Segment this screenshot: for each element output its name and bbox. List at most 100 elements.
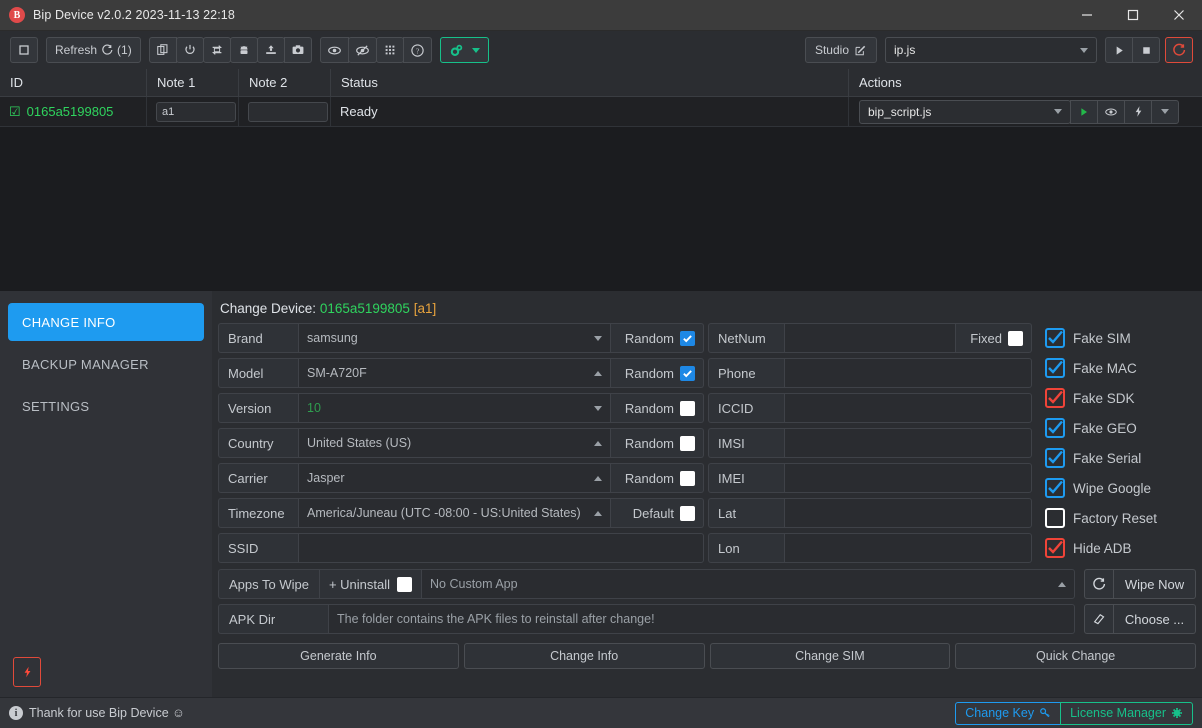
checkbox-fake-geo[interactable] bbox=[1045, 418, 1065, 438]
stop-all-button[interactable] bbox=[10, 37, 38, 63]
stop-script-button[interactable] bbox=[1132, 37, 1160, 63]
checkbox-row-factory-reset[interactable]: Factory Reset bbox=[1045, 503, 1196, 533]
option-country-random[interactable]: Random bbox=[611, 428, 704, 458]
copy-icon-button[interactable] bbox=[148, 37, 177, 63]
license-manager-button[interactable]: License Manager bbox=[1060, 701, 1193, 725]
checkbox-fake-sdk[interactable] bbox=[1045, 388, 1065, 408]
option-model-random[interactable]: Random bbox=[611, 358, 704, 388]
row-more-button[interactable] bbox=[1151, 99, 1179, 124]
select-version[interactable]: 10 bbox=[298, 393, 611, 423]
sidebar-item-settings[interactable]: SETTINGS bbox=[8, 387, 204, 425]
column-header-id[interactable]: ID bbox=[0, 69, 146, 97]
gears-icon-button[interactable] bbox=[439, 37, 489, 63]
checkbox-fake-serial[interactable] bbox=[1045, 448, 1065, 468]
checkbox-netnum-fixed[interactable] bbox=[1008, 330, 1023, 346]
wipe-now-icon-button[interactable] bbox=[1084, 569, 1114, 599]
row-script-select[interactable]: bip_script.js bbox=[859, 99, 1071, 124]
checkbox-timezone-default[interactable] bbox=[680, 505, 695, 521]
change-sim-button[interactable]: Change SIM bbox=[709, 643, 951, 669]
checkbox-brand-random[interactable] bbox=[680, 330, 695, 346]
row-run-button[interactable] bbox=[1070, 99, 1098, 124]
reboot-icon-button[interactable] bbox=[202, 37, 231, 63]
grid-icon-button[interactable] bbox=[375, 37, 404, 63]
option-version-random[interactable]: Random bbox=[611, 393, 704, 423]
apk-dir-input[interactable]: The folder contains the APK files to rei… bbox=[328, 604, 1075, 634]
input-lat[interactable] bbox=[784, 498, 1032, 528]
select-brand[interactable]: samsung bbox=[298, 323, 611, 353]
input-lon[interactable] bbox=[784, 533, 1032, 563]
checkbox-country-random[interactable] bbox=[680, 435, 695, 451]
sidebar-item-backup-manager[interactable]: BACKUP MANAGER bbox=[8, 345, 204, 383]
android-icon-button[interactable] bbox=[229, 37, 258, 63]
checkbox-model-random[interactable] bbox=[680, 365, 695, 381]
close-button[interactable] bbox=[1156, 0, 1202, 31]
checkbox-row-hide-adb[interactable]: Hide ADB bbox=[1045, 533, 1196, 563]
studio-button[interactable]: Studio bbox=[804, 37, 877, 63]
input-imsi[interactable] bbox=[784, 428, 1032, 458]
checkbox-row-fake-geo[interactable]: Fake GEO bbox=[1045, 413, 1196, 443]
choose-folder-icon-button[interactable] bbox=[1084, 604, 1114, 634]
option-timezone-default[interactable]: Default bbox=[611, 498, 704, 528]
checkbox-factory-reset[interactable] bbox=[1045, 508, 1065, 528]
uninstall-option[interactable]: + Uninstall bbox=[318, 569, 422, 599]
option-carrier-random[interactable]: Random bbox=[611, 463, 704, 493]
help-icon-button[interactable]: ? bbox=[402, 37, 432, 63]
quick-change-button[interactable]: Quick Change bbox=[955, 643, 1196, 669]
row-bolt-button[interactable] bbox=[1124, 99, 1152, 124]
camera-icon-button[interactable] bbox=[283, 37, 312, 63]
refresh-button[interactable]: Refresh (1) bbox=[46, 37, 141, 63]
checkbox-row-fake-mac[interactable]: Fake MAC bbox=[1045, 353, 1196, 383]
choose-folder-button[interactable]: Choose ... bbox=[1114, 604, 1196, 634]
column-header-note1[interactable]: Note 1 bbox=[146, 68, 238, 97]
custom-app-select[interactable]: No Custom App bbox=[421, 569, 1075, 599]
input-imei[interactable] bbox=[784, 463, 1032, 493]
input-ssid[interactable] bbox=[298, 533, 704, 563]
select-carrier[interactable]: Jasper bbox=[298, 463, 611, 493]
run-script-button[interactable] bbox=[1105, 37, 1133, 63]
generate-info-button[interactable]: Generate Info bbox=[218, 643, 459, 669]
checkbox-row-fake-sdk[interactable]: Fake SDK bbox=[1045, 383, 1196, 413]
upload-icon-button[interactable] bbox=[256, 37, 285, 63]
note2-input[interactable] bbox=[248, 101, 328, 122]
input-netnum[interactable] bbox=[784, 323, 956, 353]
checkbox-row-fake-sim[interactable]: Fake SIM bbox=[1045, 323, 1196, 353]
checkbox-uninstall[interactable] bbox=[397, 576, 413, 592]
option-netnum-fixed[interactable]: Fixed bbox=[956, 323, 1032, 353]
maximize-button[interactable] bbox=[1110, 0, 1156, 31]
reload-scripts-button[interactable] bbox=[1165, 37, 1193, 63]
eye-off-icon-button[interactable] bbox=[347, 37, 377, 63]
input-iccid[interactable] bbox=[784, 393, 1032, 423]
minimize-button[interactable] bbox=[1064, 0, 1110, 31]
power-icon-button[interactable] bbox=[175, 37, 204, 63]
sidebar-item-change-info[interactable]: CHANGE INFO bbox=[8, 303, 204, 341]
table-row[interactable]: ☑ 0165a5199805 a1 Ready bip_script.js bbox=[0, 96, 1202, 127]
eye-icon-button[interactable] bbox=[319, 37, 349, 63]
change-key-button[interactable]: Change Key bbox=[955, 701, 1062, 725]
change-info-button[interactable]: Change Info bbox=[463, 643, 705, 669]
row-checkbox-icon[interactable]: ☑ bbox=[9, 105, 21, 118]
script-select-toolbar[interactable]: ip.js bbox=[885, 37, 1097, 63]
note1-input[interactable]: a1 bbox=[156, 101, 236, 122]
column-header-status[interactable]: Status bbox=[330, 68, 848, 97]
checkbox-row-wipe-google[interactable]: Wipe Google bbox=[1045, 473, 1196, 503]
column-header-actions[interactable]: Actions bbox=[848, 68, 1202, 97]
select-timezone[interactable]: America/Juneau (UTC -08:00 - US:United S… bbox=[298, 498, 611, 528]
checkbox-version-random[interactable] bbox=[680, 400, 695, 416]
option-brand-random[interactable]: Random bbox=[611, 323, 704, 353]
input-phone[interactable] bbox=[784, 358, 1032, 388]
column-header-note2[interactable]: Note 2 bbox=[238, 68, 330, 97]
label-model: Model bbox=[218, 358, 298, 388]
view-actions-group: ? bbox=[319, 37, 432, 63]
row-view-button[interactable] bbox=[1097, 99, 1125, 124]
select-model[interactable]: SM-A720F bbox=[298, 358, 611, 388]
checkbox-fake-sim[interactable] bbox=[1045, 328, 1065, 348]
wipe-now-button[interactable]: Wipe Now bbox=[1114, 569, 1196, 599]
quick-action-bolt-button[interactable] bbox=[13, 657, 41, 687]
select-country[interactable]: United States (US) bbox=[298, 428, 611, 458]
checkbox-wipe-google[interactable] bbox=[1045, 478, 1065, 498]
chevron-down-icon bbox=[1080, 47, 1088, 53]
checkbox-fake-mac[interactable] bbox=[1045, 358, 1065, 378]
checkbox-hide-adb[interactable] bbox=[1045, 538, 1065, 558]
checkbox-carrier-random[interactable] bbox=[680, 470, 695, 486]
checkbox-row-fake-serial[interactable]: Fake Serial bbox=[1045, 443, 1196, 473]
